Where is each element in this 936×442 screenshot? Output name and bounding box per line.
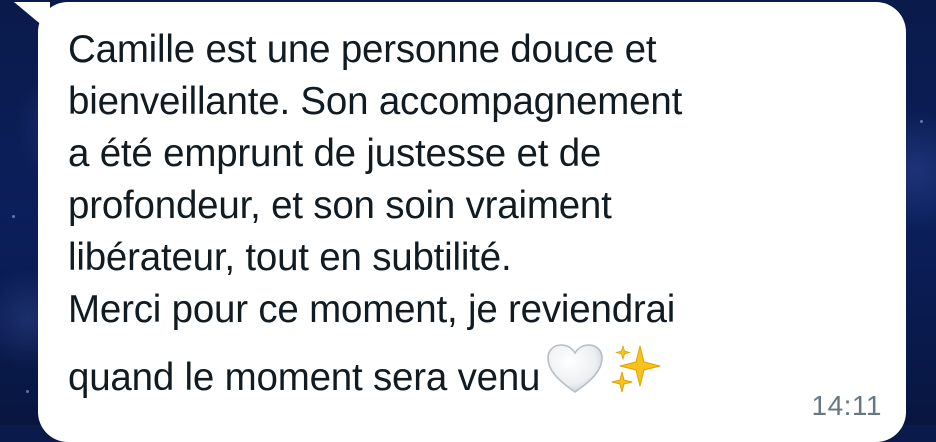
message-line: bienveillante. Son accompagnement	[68, 80, 683, 123]
sparkles-icon	[610, 342, 664, 410]
white-heart-icon	[546, 343, 604, 409]
message-line: Camille est une personne douce et	[68, 28, 657, 71]
message-line-last-text: quand le moment sera venu	[68, 356, 541, 400]
message-line: Merci pour ce moment, je reviendrai	[68, 288, 676, 331]
message-line: libérateur, tout en subtilité.	[68, 236, 512, 279]
chat-area: Camille est une personne douce et bienve…	[0, 0, 936, 442]
message-text: Camille est une personne douce et bienve…	[68, 24, 868, 414]
message-timestamp: 14:11	[811, 390, 882, 421]
message-bubble[interactable]: Camille est une personne douce et bienve…	[38, 2, 906, 442]
message-line-last: quand le moment sera venu	[68, 343, 868, 414]
message-line: profondeur, et son soin vraiment	[68, 184, 612, 227]
message-line: a été emprunt de justesse et de	[68, 132, 602, 175]
wallpaper-star	[12, 215, 15, 218]
wallpaper-star	[26, 390, 29, 393]
wallpaper-star	[920, 120, 923, 123]
